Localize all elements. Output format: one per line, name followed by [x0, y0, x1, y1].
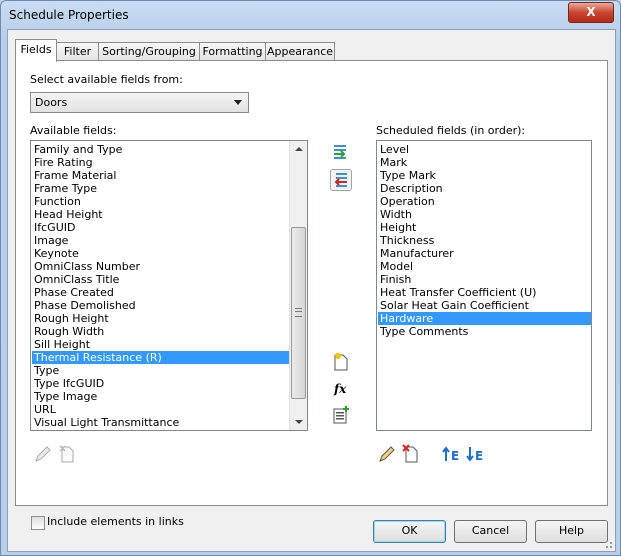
scheduled-field-list-item[interactable]: Thickness [378, 234, 591, 247]
svg-text:E: E [451, 449, 459, 463]
combine-parameters-icon [333, 406, 349, 424]
tab-formatting[interactable]: Formatting [199, 42, 266, 61]
available-fields-list[interactable]: Family and Type Fire Rating Frame Material… [30, 140, 308, 431]
scrollbar-thumb[interactable] [291, 227, 306, 399]
scroll-down-arrow-icon[interactable] [290, 413, 307, 430]
edit-pencil-icon [35, 446, 51, 462]
close-button[interactable]: X [568, 2, 614, 23]
scheduled-field-list-item[interactable]: Mark [378, 156, 591, 169]
tab-appearance[interactable]: Appearance [265, 42, 335, 61]
scheduled-field-list-item[interactable]: Heat Transfer Coefficient (U) [378, 286, 591, 299]
delete-parameter-icon [402, 444, 418, 463]
add-parameter-button[interactable] [330, 142, 352, 164]
available-field-list-item[interactable]: Type Image [32, 390, 307, 403]
available-field-list-item[interactable]: OmniClass Title [32, 273, 307, 286]
available-field-list-item[interactable]: Rough Height [32, 312, 307, 325]
new-parameter-icon [334, 353, 348, 371]
scheduled-field-list-item[interactable]: Type Comments [378, 325, 591, 338]
svg-text:E: E [475, 449, 483, 463]
chevron-down-icon [234, 100, 242, 105]
dialog-title: Schedule Properties [9, 8, 129, 22]
add-parameter-icon [334, 145, 346, 159]
delete-parameter-icon [59, 445, 74, 463]
combine-parameters-button[interactable] [330, 404, 352, 426]
available-field-list-item[interactable]: Image [32, 234, 307, 247]
move-down-icon: E [466, 447, 483, 463]
available-field-list-item[interactable]: Frame Material [32, 169, 307, 182]
help-button[interactable]: Help [535, 520, 608, 543]
calculated-value-icon: fx [333, 382, 347, 396]
available-field-list-item[interactable]: Function [32, 195, 307, 208]
ok-button[interactable]: OK [373, 520, 446, 543]
scroll-grip-icon [295, 308, 302, 317]
cancel-button[interactable]: Cancel [454, 520, 527, 543]
include-links-label: Include elements in links [47, 515, 184, 528]
tab-filter[interactable]: Filter [56, 42, 99, 61]
select-fields-from-label: Select available fields from: [30, 73, 183, 86]
calculated-value-button[interactable]: fx [330, 378, 352, 400]
tab-sorting-grouping[interactable]: Sorting/Grouping [98, 42, 200, 61]
move-up-icon: E [442, 446, 459, 463]
title-bar[interactable]: Schedule Properties X [1, 1, 620, 29]
fields-panel: Select available fields from: Doors Avai… [15, 60, 608, 530]
remove-parameter-button[interactable] [330, 169, 352, 191]
new-parameter-button[interactable] [330, 351, 352, 373]
edit-parameter-button[interactable] [376, 443, 398, 465]
available-fields-label: Available fields: [30, 124, 117, 137]
scheduled-field-list-item[interactable]: Model [378, 260, 591, 273]
edit-parameter-button-disabled[interactable] [32, 443, 54, 465]
available-fields-scrollbar[interactable] [289, 141, 307, 430]
remove-parameter-icon [334, 173, 347, 187]
scheduled-field-list-item[interactable]: Level [378, 143, 591, 156]
category-dropdown-value: Doors [35, 96, 68, 109]
scheduled-field-list-item[interactable]: Finish [378, 273, 591, 286]
scheduled-field-list-item[interactable]: Hardware [378, 312, 591, 325]
scroll-up-arrow-icon[interactable] [290, 141, 307, 158]
scheduled-field-list-item[interactable]: Height [378, 221, 591, 234]
available-field-list-item[interactable]: URL [32, 403, 307, 416]
available-field-list-item[interactable]: Sill Height [32, 338, 307, 351]
scheduled-fields-items: Level Mark Type Mark Description Operation Wi… [378, 143, 591, 338]
available-field-list-item[interactable]: Family and Type [32, 143, 307, 156]
scheduled-fields-label: Scheduled fields (in order): [376, 124, 526, 137]
available-field-list-item[interactable]: Type [32, 364, 307, 377]
category-dropdown[interactable]: Doors [30, 92, 249, 113]
available-field-list-item[interactable]: OmniClass Number [32, 260, 307, 273]
svg-text:fx: fx [333, 382, 347, 396]
dialog-window: Schedule Properties X Fields Filter Sort… [0, 0, 621, 556]
available-field-list-item[interactable]: Keynote [32, 247, 307, 260]
available-fields-items: Family and Type Fire Rating Frame Material… [32, 143, 307, 429]
scheduled-field-list-item[interactable]: Operation [378, 195, 591, 208]
available-field-list-item[interactable]: Fire Rating [32, 156, 307, 169]
available-field-list-item[interactable]: IfcGUID [32, 221, 307, 234]
available-field-list-item[interactable]: Visual Light Transmittance [32, 416, 307, 429]
delete-parameter-button[interactable] [400, 443, 422, 465]
scheduled-field-list-item[interactable]: Width [378, 208, 591, 221]
delete-parameter-button-disabled[interactable] [56, 443, 78, 465]
scheduled-field-list-item[interactable]: Manufacturer [378, 247, 591, 260]
scheduled-field-list-item[interactable]: Type Mark [378, 169, 591, 182]
available-field-list-item[interactable]: Phase Created [32, 286, 307, 299]
move-up-button[interactable]: E [441, 443, 463, 465]
scheduled-field-list-item[interactable]: Solar Heat Gain Coefficient [378, 299, 591, 312]
include-links-checkbox[interactable] [31, 516, 45, 530]
available-field-list-item[interactable]: Thermal Resistance (R) [32, 351, 307, 364]
resize-grip-icon[interactable] [603, 539, 613, 549]
dialog-client-area: Fields Filter Sorting/Grouping Formattin… [7, 29, 616, 552]
edit-pencil-icon [379, 446, 395, 462]
scheduled-fields-list[interactable]: Level Mark Type Mark Description Operation Wi… [376, 140, 592, 431]
available-field-list-item[interactable]: Head Height [32, 208, 307, 221]
available-field-list-item[interactable]: Type IfcGUID [32, 377, 307, 390]
available-field-list-item[interactable]: Rough Width [32, 325, 307, 338]
available-field-list-item[interactable]: Phase Demolished [32, 299, 307, 312]
available-field-list-item[interactable]: Frame Type [32, 182, 307, 195]
scheduled-field-list-item[interactable]: Description [378, 182, 591, 195]
move-down-button[interactable]: E [465, 443, 487, 465]
tab-fields[interactable]: Fields [15, 39, 57, 62]
